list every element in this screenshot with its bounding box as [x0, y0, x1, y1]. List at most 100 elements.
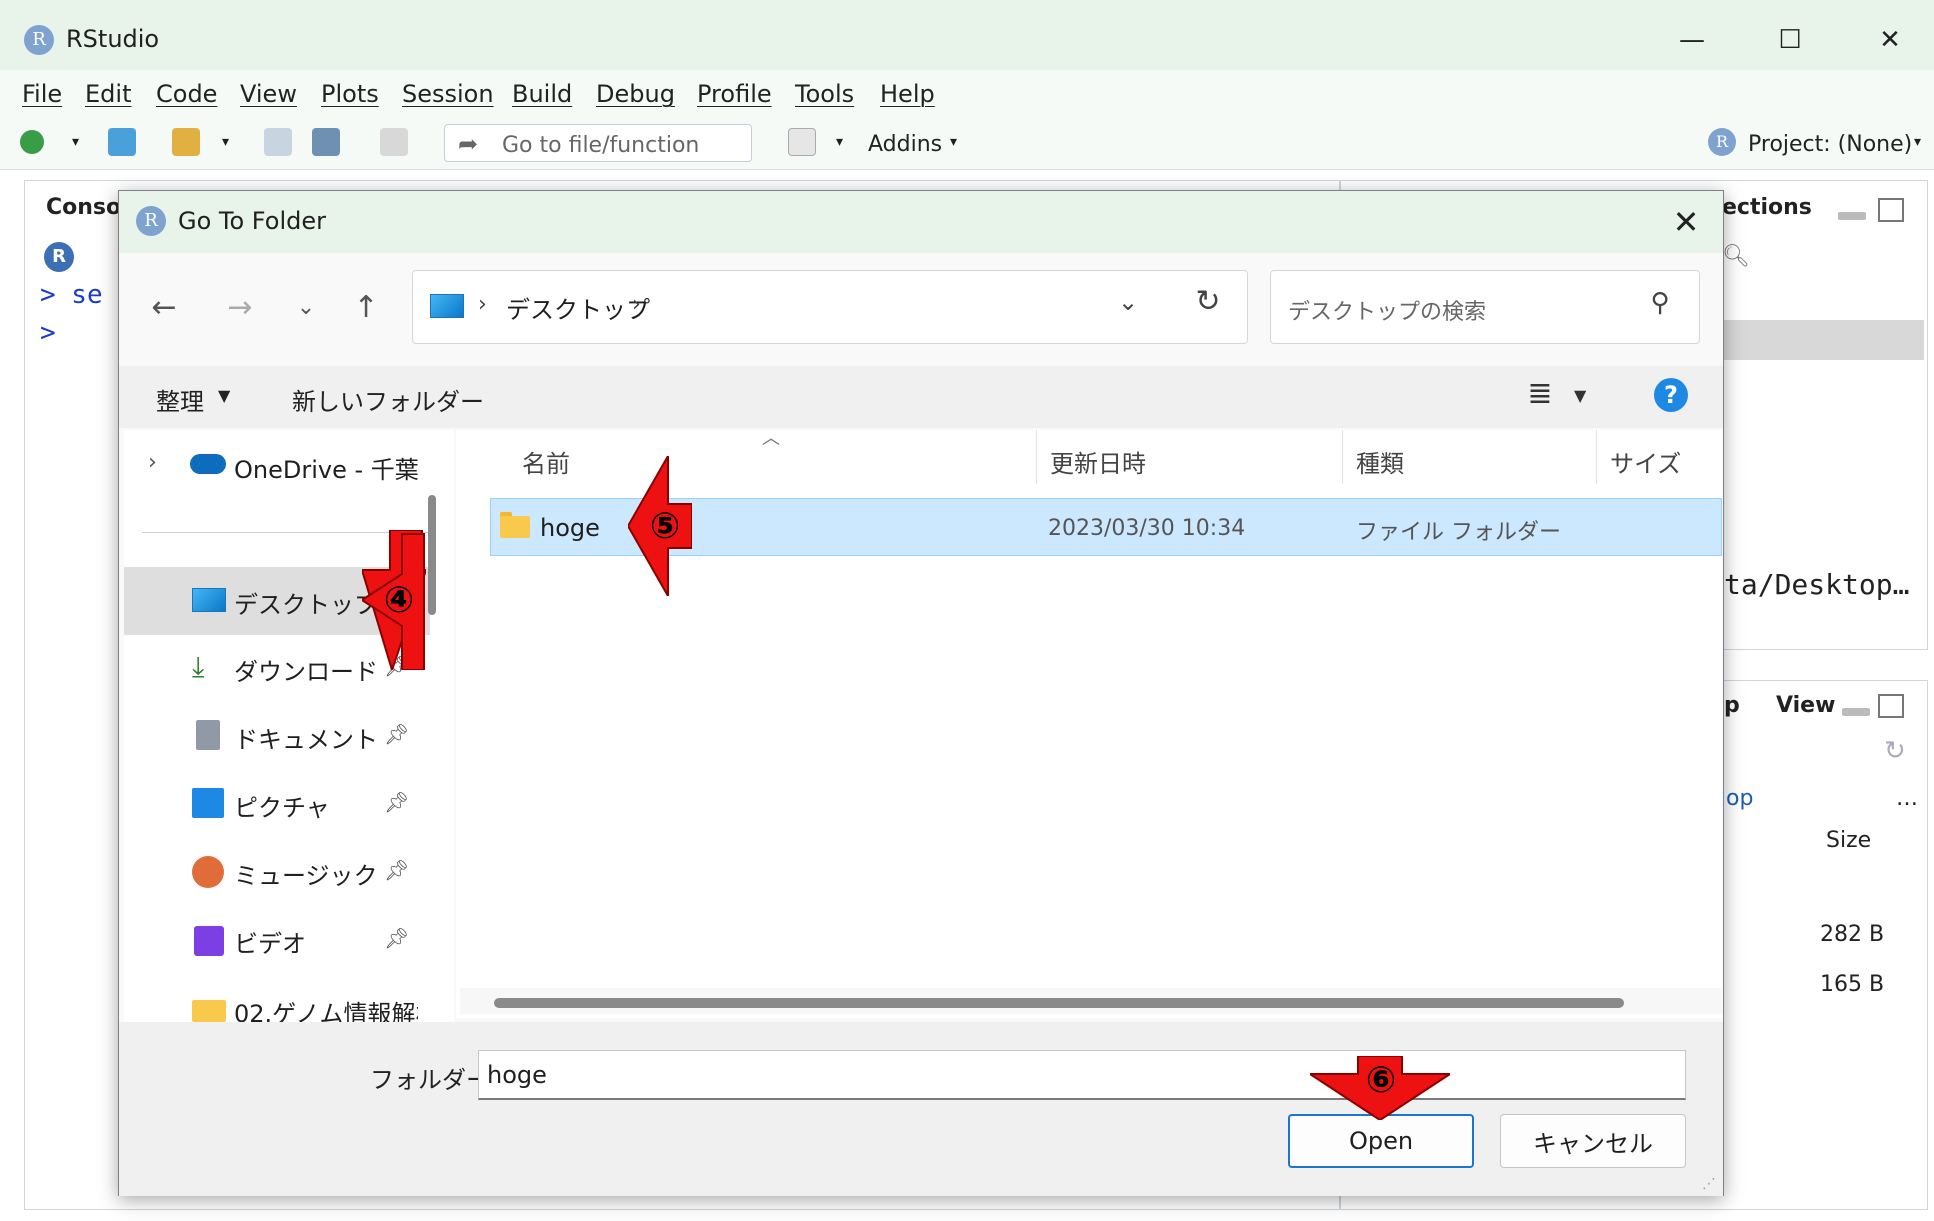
sort-caret-icon: ︿ [762, 428, 780, 449]
breadcrumb-chevron-icon[interactable]: › [478, 292, 487, 317]
files-more-icon[interactable]: … [1896, 786, 1918, 811]
pictures-icon [192, 788, 224, 818]
minimize-pane-icon[interactable] [1838, 212, 1866, 220]
nav-item-videos[interactable]: ビデオ [234, 924, 306, 959]
pane-layout-dropdown-icon[interactable]: ▾ [836, 134, 843, 150]
files-size-column[interactable]: Size [1826, 828, 1871, 853]
viewer-tab[interactable]: View [1776, 693, 1835, 718]
console-tab[interactable]: Consol [46, 195, 129, 220]
print-icon[interactable] [380, 128, 408, 156]
annotation-number-5: ⑤ [649, 506, 681, 547]
column-size[interactable]: サイズ [1610, 444, 1681, 479]
new-file-icon[interactable] [20, 130, 44, 154]
project-icon: R [1708, 128, 1736, 156]
pane-layout-icon[interactable] [788, 128, 816, 156]
folder-name-input[interactable] [478, 1050, 1686, 1100]
nav-item-documents[interactable]: ドキュメント [234, 720, 378, 755]
folder-icon [192, 1000, 226, 1022]
address-path[interactable]: デスクトップ [506, 290, 650, 325]
resize-grip-icon[interactable]: ⋰ [1702, 1176, 1716, 1192]
menu-build[interactable]: Build [512, 80, 572, 108]
maximize-button[interactable]: ☐ [1760, 18, 1820, 62]
view-dropdown-icon[interactable]: ▼ [1574, 386, 1586, 405]
nav-item-music[interactable]: ミュージック [234, 856, 378, 891]
column-separator[interactable] [1342, 430, 1343, 484]
minimize-files-pane-icon[interactable] [1842, 708, 1870, 716]
dialog-titlebar [119, 191, 1723, 253]
column-separator[interactable] [1036, 430, 1037, 484]
pin-icon[interactable]: 📌︎ [384, 926, 409, 950]
project-menu[interactable]: Project: (None) [1748, 132, 1912, 157]
files-tab-partial[interactable]: p [1724, 693, 1740, 718]
desktop-icon [192, 588, 226, 612]
organize-button[interactable]: 整理 [156, 382, 204, 417]
maximize-pane-icon[interactable] [1878, 198, 1904, 222]
maximize-files-pane-icon[interactable] [1878, 694, 1904, 718]
window-titlebar [0, 0, 1934, 70]
recent-locations-icon[interactable]: ⌄ [284, 286, 328, 330]
breadcrumb-chevron-icon[interactable]: › [632, 292, 641, 317]
addins-menu[interactable]: Addins [868, 132, 942, 157]
menu-file[interactable]: File [22, 80, 62, 108]
menu-tools[interactable]: Tools [795, 80, 854, 108]
file-name[interactable]: hoge [540, 514, 600, 542]
cancel-button[interactable]: キャンセル [1500, 1114, 1686, 1168]
connections-tab[interactable]: ections [1722, 195, 1812, 220]
save-icon[interactable] [264, 128, 292, 156]
document-icon [196, 720, 220, 750]
menu-session[interactable]: Session [402, 80, 494, 108]
console-line-1: > se [40, 280, 103, 310]
close-window-button[interactable]: ✕ [1860, 18, 1920, 62]
download-icon: ⤓ [192, 650, 205, 683]
nav-item-onedrive[interactable]: OneDrive - 千葉 [234, 450, 419, 485]
pin-icon[interactable]: 📌︎ [384, 722, 409, 746]
menu-view[interactable]: View [240, 80, 297, 108]
folder-icon [500, 516, 530, 538]
new-folder-button[interactable]: 新しいフォルダー [292, 382, 484, 417]
minimize-button[interactable]: — [1662, 18, 1722, 62]
horizontal-scrollbar-thumb[interactable] [494, 998, 1624, 1008]
desktop-icon [430, 294, 464, 318]
menu-plots[interactable]: Plots [321, 80, 379, 108]
open-file-dropdown-icon[interactable]: ▾ [222, 134, 229, 150]
annotation-number-6: ⑥ [1365, 1060, 1397, 1101]
forward-arrow-icon[interactable]: → [218, 286, 262, 330]
back-arrow-icon[interactable]: ← [142, 286, 186, 330]
column-name[interactable]: 名前 [522, 444, 570, 479]
file-type: ファイル フォルダー [1356, 520, 1561, 545]
refresh-icon[interactable]: ↻ [1186, 284, 1230, 328]
up-arrow-icon[interactable]: ↑ [344, 286, 388, 330]
r-version-icon: R [44, 242, 74, 272]
new-project-icon[interactable] [108, 128, 136, 156]
files-breadcrumb[interactable]: op [1726, 786, 1753, 811]
search-icon[interactable]: ⚲ [1640, 288, 1680, 328]
refresh-files-icon[interactable]: ↻ [1884, 736, 1906, 766]
menu-code[interactable]: Code [156, 80, 217, 108]
address-dropdown-icon[interactable]: ⌄ [1110, 288, 1146, 328]
pin-icon[interactable]: 📌︎ [384, 790, 409, 814]
save-all-icon[interactable] [312, 128, 340, 156]
nav-item-downloads[interactable]: ダウンロード [234, 652, 378, 687]
addins-dropdown-icon[interactable]: ▾ [950, 134, 957, 150]
env-search-icon[interactable]: 🔍︎ [1722, 244, 1750, 269]
nav-item-desktop[interactable]: デスクトップ [234, 585, 378, 620]
nav-scrollbar[interactable] [428, 495, 436, 615]
dialog-close-button[interactable]: ✕ [1664, 200, 1708, 244]
view-options-icon[interactable]: ≣ [1524, 378, 1556, 410]
expand-chevron-icon[interactable]: › [148, 450, 157, 475]
column-separator[interactable] [1596, 430, 1597, 484]
open-file-icon[interactable] [172, 128, 200, 156]
organize-dropdown-icon[interactable]: ▼ [218, 386, 230, 405]
column-type[interactable]: 種類 [1356, 444, 1404, 479]
menu-edit[interactable]: Edit [85, 80, 131, 108]
pin-icon[interactable]: 📌︎ [384, 858, 409, 882]
menu-profile[interactable]: Profile [697, 80, 772, 108]
open-button[interactable]: Open [1288, 1114, 1474, 1168]
new-file-dropdown-icon[interactable]: ▾ [72, 134, 79, 150]
nav-item-pictures[interactable]: ピクチャ [234, 788, 330, 823]
help-icon[interactable]: ? [1654, 378, 1688, 412]
column-modified[interactable]: 更新日時 [1050, 444, 1146, 479]
menu-help[interactable]: Help [880, 80, 935, 108]
menu-debug[interactable]: Debug [596, 80, 675, 108]
project-dropdown-icon[interactable]: ▾ [1914, 134, 1921, 150]
